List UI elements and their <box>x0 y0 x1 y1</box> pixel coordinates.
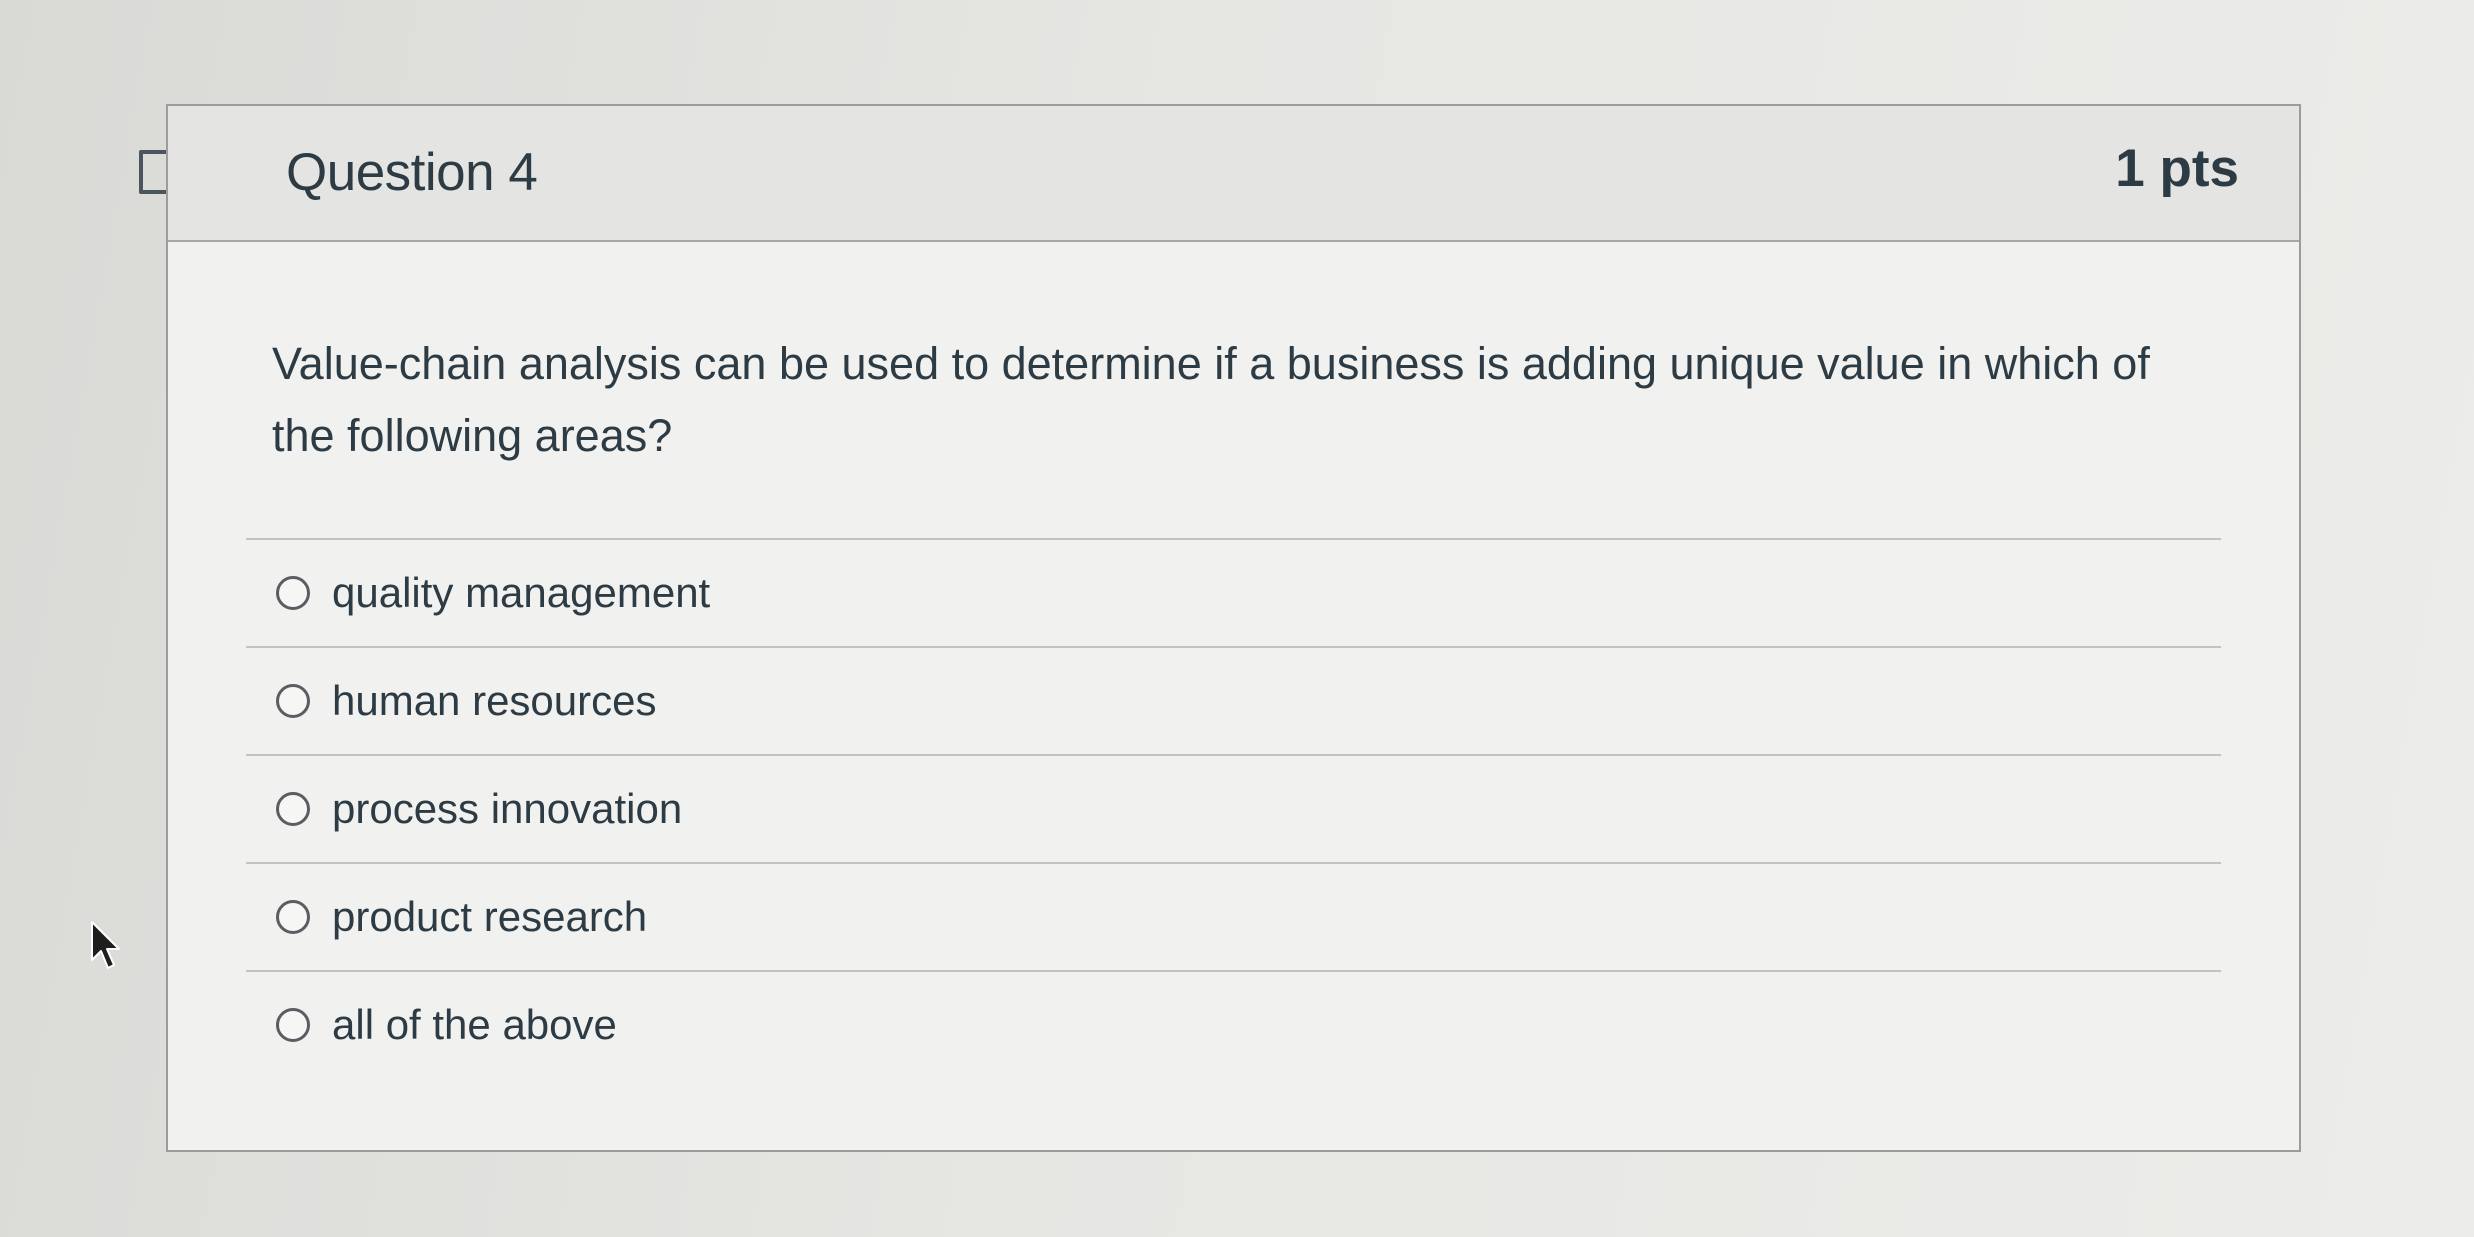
radio-button[interactable] <box>276 1008 310 1042</box>
question-title: Question 4 <box>286 143 538 202</box>
answer-label: quality management <box>332 569 711 616</box>
answers-list: quality management human resources proce… <box>246 538 2221 1078</box>
answer-option-process-innovation[interactable]: process innovation <box>246 754 2221 862</box>
question-points: 1 pts <box>2115 139 2239 198</box>
radio-button[interactable] <box>276 900 310 934</box>
radio-button[interactable] <box>276 576 310 610</box>
answer-label: all of the above <box>332 1001 617 1048</box>
question-text: Value-chain analysis can be used to dete… <box>272 338 2150 461</box>
answer-option-human-resources[interactable]: human resources <box>246 646 2221 754</box>
answer-option-quality-management[interactable]: quality management <box>246 538 2221 646</box>
radio-button[interactable] <box>276 792 310 826</box>
answer-option-product-research[interactable]: product research <box>246 862 2221 970</box>
answer-label: human resources <box>332 677 657 724</box>
radio-button[interactable] <box>276 684 310 718</box>
answer-label: process innovation <box>332 785 683 832</box>
question-header: Question 4 1 pts <box>168 106 2299 242</box>
answer-option-all-of-the-above[interactable]: all of the above <box>246 970 2221 1078</box>
question-card: Question 4 1 pts Value-chain analysis ca… <box>166 104 2301 1152</box>
mouse-pointer-icon <box>91 921 120 969</box>
answer-label: product research <box>332 893 648 940</box>
